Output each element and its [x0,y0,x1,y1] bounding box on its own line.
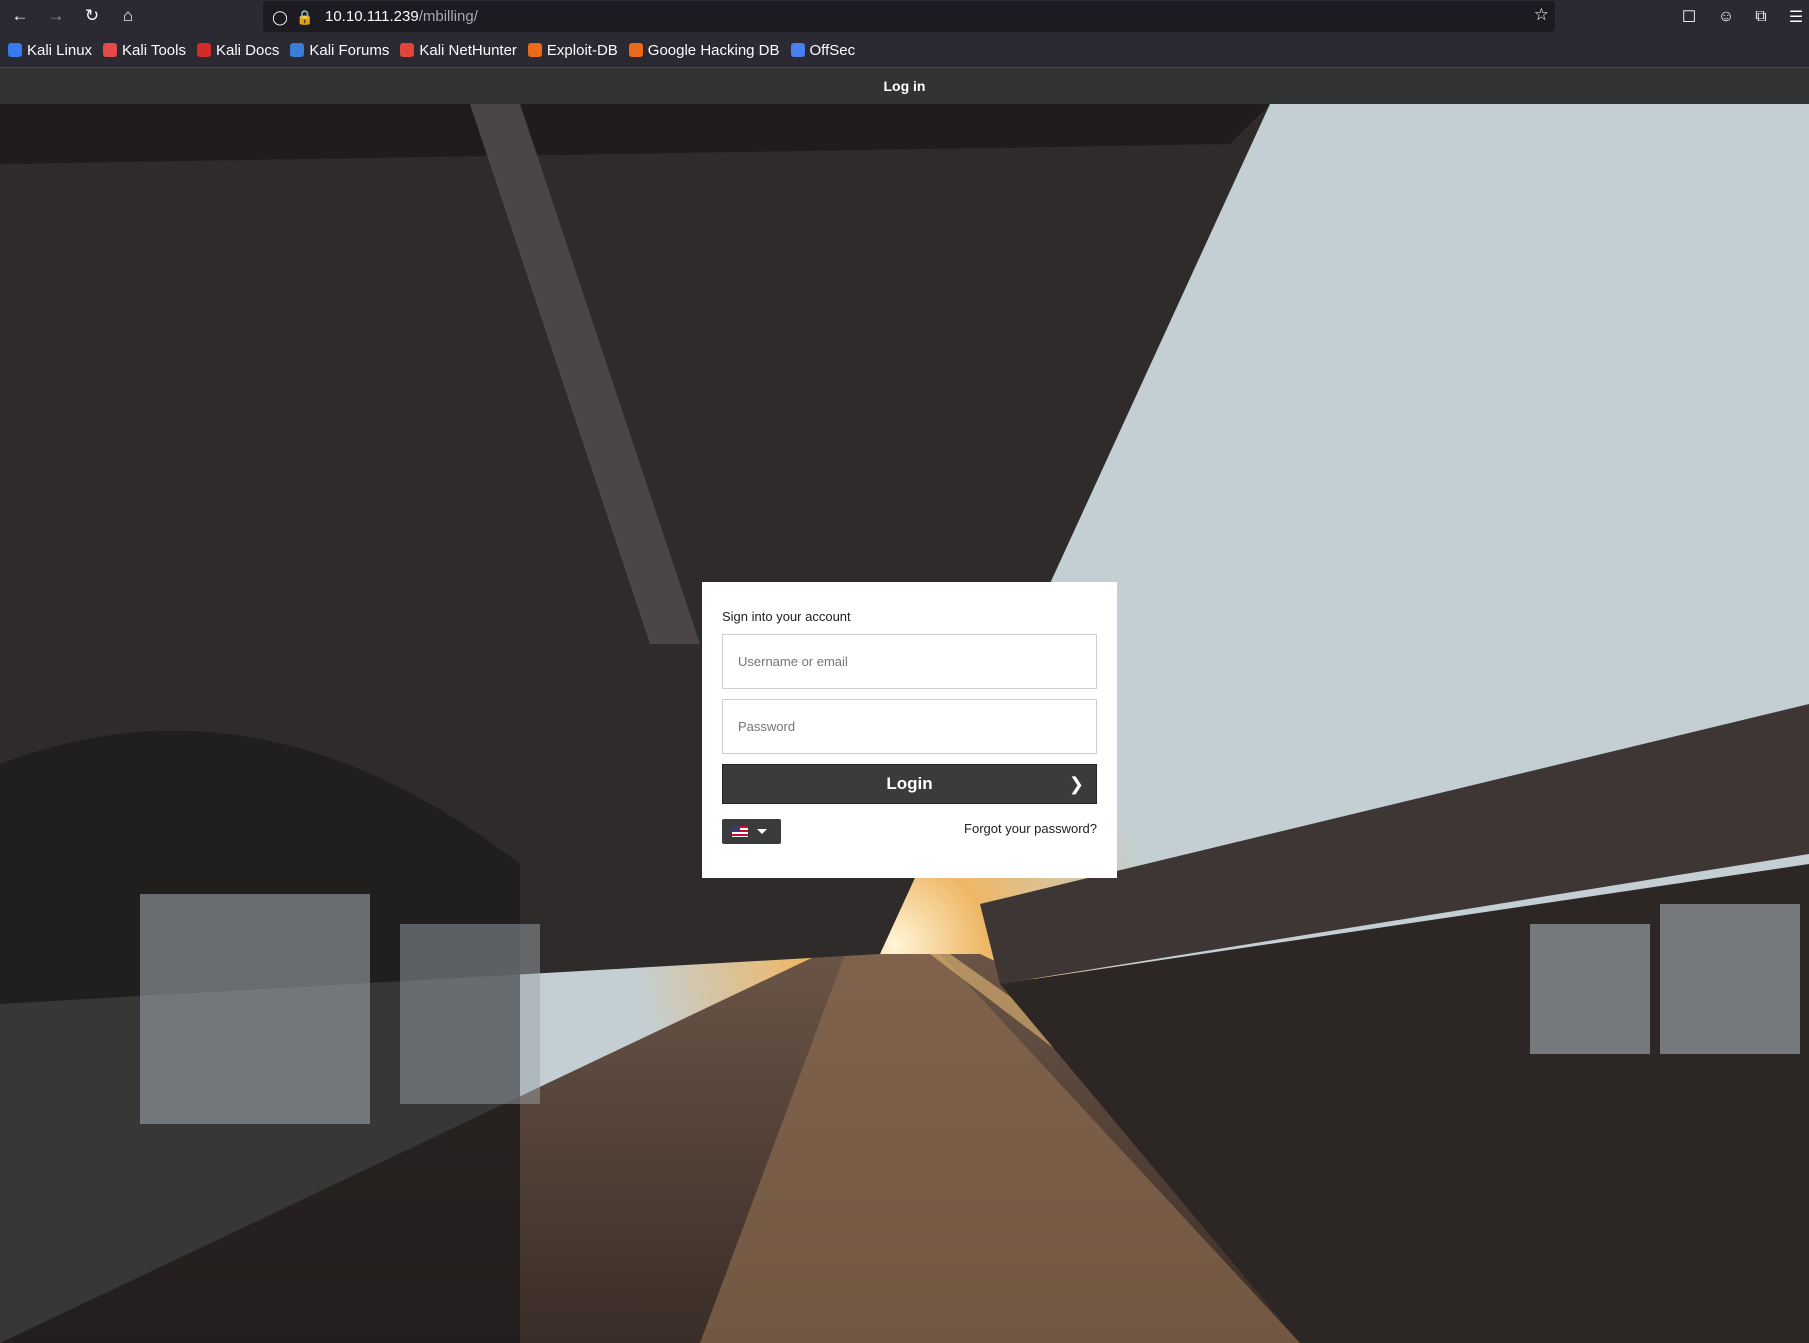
kali-nethunter-icon [400,43,415,57]
bookmark-label: Kali Forums [309,41,390,59]
home-icon[interactable]: ⌂ [115,4,141,28]
bookmark-kali-linux[interactable]: Kali Linux [8,42,92,59]
kali-tools-icon [103,43,118,57]
exploit-db-icon [527,43,542,57]
bookmark-kali-tools[interactable]: Kali Tools [103,42,186,59]
url-host: 10.10.111.239 [325,8,419,25]
caret-down-icon [757,829,767,834]
bookmark-offsec[interactable]: OffSec [790,41,856,59]
page-title: Log in [883,78,926,94]
url-path: /mbilling/ [418,8,478,25]
login-button[interactable]: Login ❯ [722,764,1097,804]
bookmark-exploit-db[interactable]: Exploit-DB [527,41,618,59]
google-hacking-db-icon [628,43,643,57]
bookmark-star-icon[interactable]: ☆ [1534,5,1549,25]
url-bar[interactable]: ◯ 🔒 10.10.111.239/mbilling/ ☆ [263,1,1555,32]
forgot-password-link[interactable]: Forgot your password? [964,821,1097,836]
login-heading: Sign into your account [722,609,851,624]
offsec-icon [790,43,805,57]
kali-forums-icon [290,43,305,57]
username-input[interactable] [722,634,1097,689]
bookmark-kali-docs[interactable]: Kali Docs [196,41,280,59]
bookmark-label: Kali Docs [215,41,280,59]
url-text[interactable]: 10.10.111.239/mbilling/ [325,8,478,25]
menu-icon[interactable]: ☰ [1784,5,1808,29]
bookmarks-bar: Kali Linux Kali Tools Kali Docs Kali For… [0,33,1809,67]
pocket-icon[interactable]: ☐ [1677,5,1701,29]
bookmark-kali-forums[interactable]: Kali Forums [290,42,389,59]
password-input[interactable] [722,699,1097,754]
reload-icon[interactable]: ↻ [79,4,105,28]
kali-linux-icon [8,43,22,57]
language-selector[interactable] [722,819,781,844]
login-panel: Sign into your account Login ❯ Forgot yo… [702,582,1117,878]
lock-icon[interactable]: 🔒 [294,6,316,28]
bookmark-google-hacking-db[interactable]: Google Hacking DB [628,41,780,59]
extensions-icon[interactable]: ⧉ [1749,5,1773,29]
shield-icon[interactable]: ◯ [269,6,291,28]
bookmark-label: Kali Tools [122,41,186,59]
bookmark-label: Google Hacking DB [647,41,780,59]
us-flag-icon [732,826,748,837]
bookmark-label: Kali Linux [27,41,93,59]
forward-icon[interactable]: → [43,4,69,28]
chevron-right-icon: ❯ [1068,774,1084,794]
bookmark-label: Kali NetHunter [419,41,517,59]
kali-docs-icon [196,43,211,57]
login-button-label: Login [886,774,933,793]
browser-toolbar: ← → ↻ ⌂ ◯ 🔒 10.10.111.239/mbilling/ ☆ ☐ … [0,0,1809,33]
bookmark-kali-nethunter[interactable]: Kali NetHunter [400,42,517,59]
bookmark-label: OffSec [809,41,856,59]
account-icon[interactable]: ☺ [1714,5,1738,29]
app-header: Log in [0,67,1809,104]
bookmark-label: Exploit-DB [546,41,618,59]
back-icon[interactable]: ← [7,4,33,28]
